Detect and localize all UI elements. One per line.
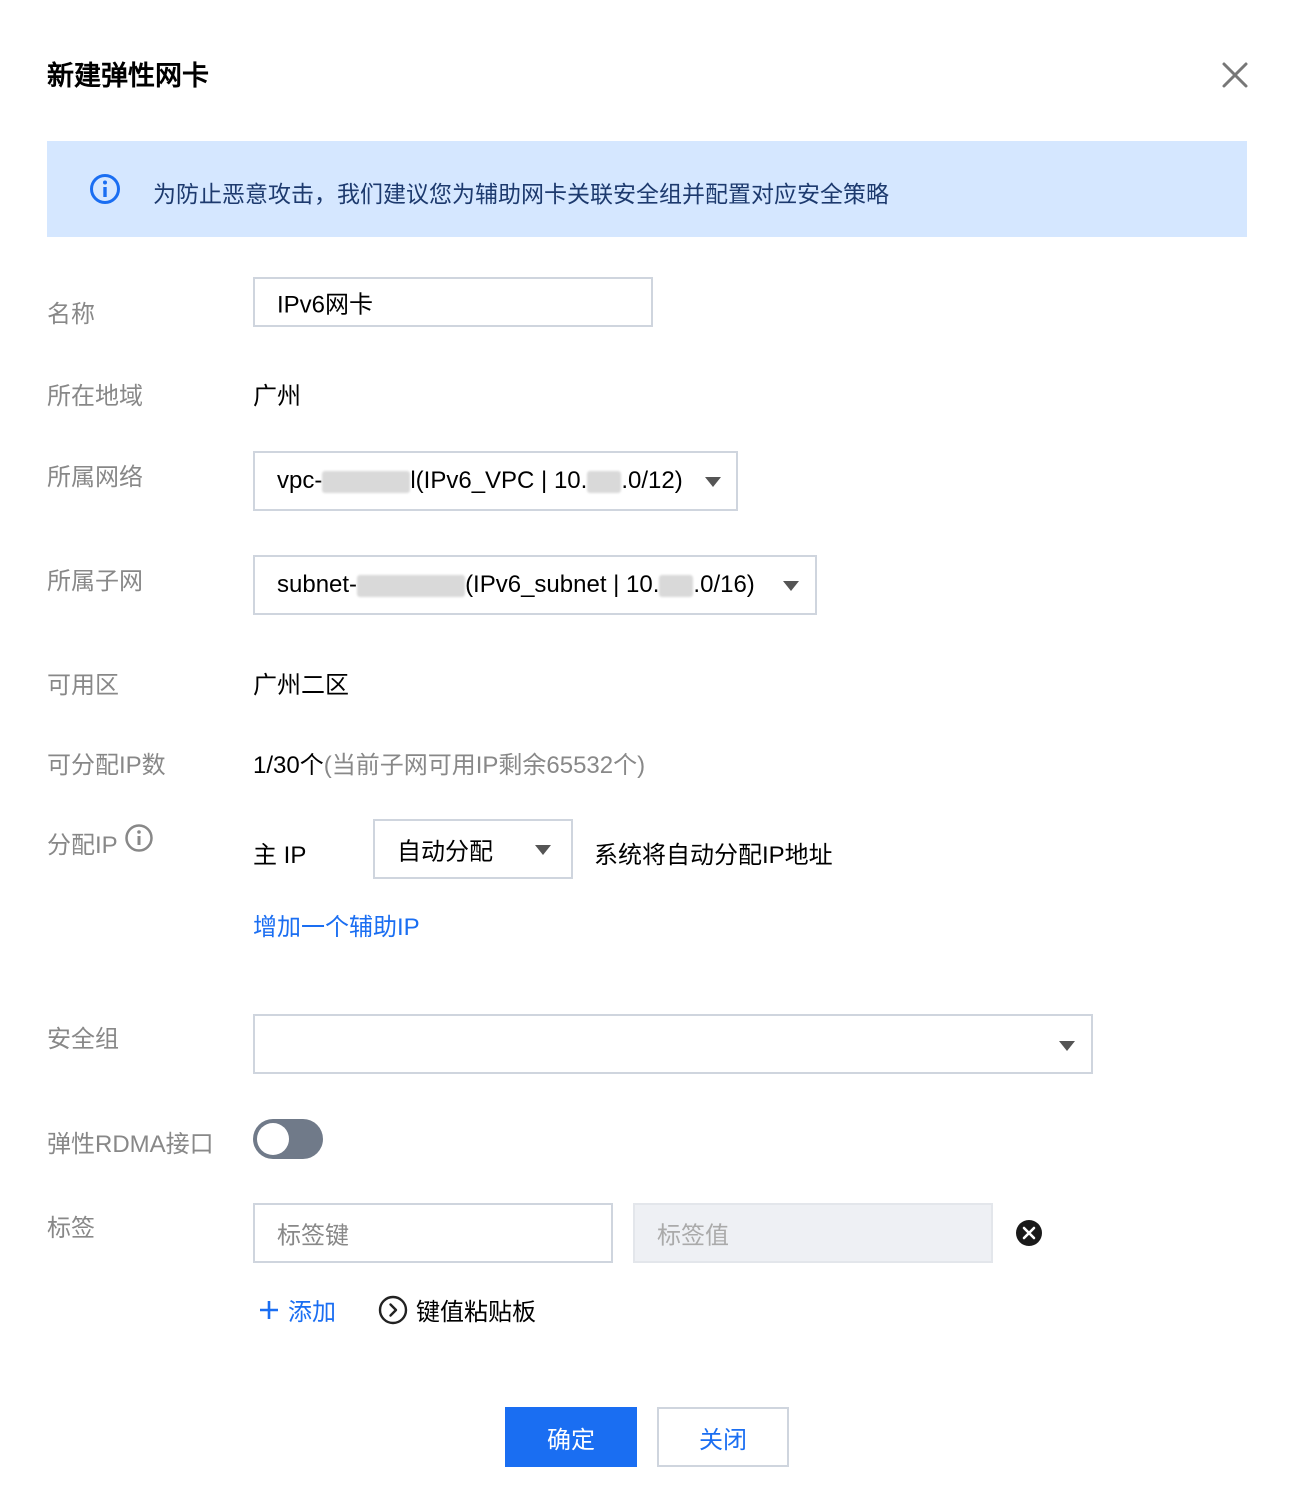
subnet-label: 所属子网 <box>47 568 143 595</box>
clipboard-label: 键值粘贴板 <box>416 1299 536 1326</box>
close-button[interactable]: 关闭 <box>657 1407 789 1467</box>
subnet-id-redacted <box>357 574 466 597</box>
chevron-right-circle-icon <box>378 1295 408 1324</box>
security-group-label: 安全组 <box>47 1026 119 1053</box>
plus-icon <box>260 1300 278 1319</box>
vpc-select[interactable]: vpc-l(IPv6_VPC | 10. .0/12) <box>253 451 738 511</box>
ip-count-number: 1/30个 <box>253 752 324 779</box>
security-group-select[interactable] <box>253 1014 1093 1074</box>
vpc-mid: l(IPv6_VPC | 10. <box>410 467 588 494</box>
info-icon[interactable] <box>124 823 154 853</box>
ip-mode-value: 自动分配 <box>397 838 493 866</box>
vpc-id-redacted <box>322 470 411 493</box>
subnet-cidr-redacted <box>659 574 694 597</box>
vpc-cidr-redacted <box>587 470 622 493</box>
vpc-suffix: .0/12) <box>621 467 683 494</box>
clipboard-button[interactable]: 键值粘贴板 <box>378 1292 536 1327</box>
subnet-select[interactable]: subnet- (IPv6_subnet | 10. .0/16) <box>253 555 817 615</box>
assign-ip-label-text: 分配IP <box>47 832 118 859</box>
ip-count-label: 可分配IP数 <box>47 752 166 779</box>
rdma-toggle[interactable] <box>253 1119 323 1159</box>
chevron-down-icon <box>783 581 799 591</box>
zone-label: 可用区 <box>47 672 119 699</box>
notice-text: 为防止恶意攻击，我们建议您为辅助网卡关联安全组并配置对应安全策略 <box>153 181 889 207</box>
toggle-knob <box>257 1123 289 1155</box>
chevron-down-icon <box>1059 1041 1075 1051</box>
ip-count-note: (当前子网可用IP剩余65532个) <box>323 752 646 779</box>
vpc-label: 所属网络 <box>47 464 143 491</box>
info-icon <box>90 174 120 204</box>
region-value: 广州 <box>253 383 301 410</box>
ip-mode-hint: 系统将自动分配IP地址 <box>594 842 833 869</box>
tags-label: 标签 <box>47 1215 95 1242</box>
dialog-title: 新建弹性网卡 <box>47 61 209 91</box>
name-label: 名称 <box>47 301 95 328</box>
add-secondary-ip-link[interactable]: 增加一个辅助IP <box>253 907 420 942</box>
confirm-button[interactable]: 确定 <box>505 1407 637 1467</box>
subnet-mid: (IPv6_subnet | 10. <box>465 571 660 598</box>
close-icon[interactable] <box>1218 58 1252 92</box>
assign-ip-label: 分配IP <box>47 825 118 860</box>
add-tag-button[interactable]: 添加 <box>258 1292 336 1327</box>
name-input[interactable]: IPv6网卡 <box>253 277 653 327</box>
subnet-prefix: subnet- <box>277 571 358 598</box>
rdma-label: 弹性RDMA接口 <box>47 1131 214 1158</box>
ip-count-value: 1/30个(当前子网可用IP剩余65532个) <box>253 745 645 780</box>
tag-value-input: 标签值 <box>633 1203 993 1263</box>
zone-value: 广州二区 <box>253 672 349 699</box>
primary-ip-label: 主 IP <box>253 842 307 869</box>
subnet-suffix: .0/16) <box>693 571 755 598</box>
tag-value-placeholder: 标签值 <box>657 1222 729 1250</box>
tag-key-input[interactable]: 标签键 <box>253 1203 613 1263</box>
remove-tag-icon[interactable] <box>1015 1219 1043 1247</box>
add-tag-label: 添加 <box>288 1299 336 1326</box>
chevron-down-icon <box>705 477 721 487</box>
ip-mode-select[interactable]: 自动分配 <box>373 819 573 879</box>
subnet-select-value: subnet- (IPv6_subnet | 10. .0/16) <box>277 571 755 599</box>
chevron-down-icon <box>535 845 551 855</box>
name-input-value: IPv6网卡 <box>277 291 374 319</box>
region-label: 所在地域 <box>47 383 143 410</box>
tag-key-placeholder: 标签键 <box>277 1222 349 1250</box>
vpc-select-value: vpc-l(IPv6_VPC | 10. .0/12) <box>277 467 683 495</box>
vpc-prefix: vpc- <box>277 467 323 494</box>
security-notice: 为防止恶意攻击，我们建议您为辅助网卡关联安全组并配置对应安全策略 <box>47 141 1247 237</box>
